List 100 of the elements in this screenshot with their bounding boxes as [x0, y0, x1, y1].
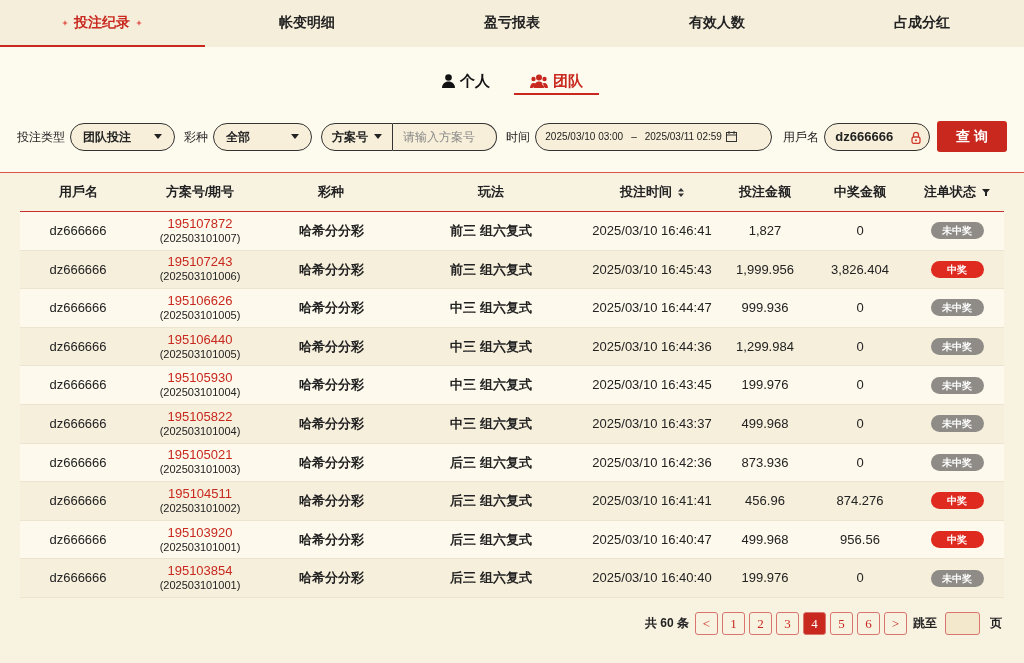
table-cell-text: 3,826.404 — [831, 260, 889, 279]
table-cell-text: 中三 组六复式 — [450, 376, 532, 395]
plan-number-link[interactable]: 195103920 — [167, 525, 233, 540]
table-cell-text: 199.976 — [741, 376, 789, 395]
status-badge: 未中奖 — [930, 376, 984, 394]
column-header: 方案号/期号 — [165, 183, 235, 202]
page-number-field[interactable] — [945, 611, 980, 635]
page-button[interactable]: 3 — [776, 611, 799, 635]
table-cell-text: 199.976 — [741, 569, 789, 588]
caret-icon — [153, 134, 162, 139]
nav-tab[interactable]: 盈亏报表 — [409, 0, 615, 47]
page-button[interactable]: 5 — [830, 611, 853, 635]
table-cell-text: 2025/03/10 16:43:37 — [592, 415, 712, 433]
column-header: 中奖金额 — [834, 183, 886, 202]
table-cell-text: dz666666 — [49, 492, 107, 511]
table-cell-text: 中三 组六复式 — [450, 299, 532, 318]
next-page-button[interactable]: > — [884, 611, 907, 635]
table-cell-text: dz666666 — [49, 222, 107, 241]
issue-number: (202503101004) — [159, 385, 241, 400]
column-header: 投注时间 — [620, 183, 672, 202]
table-cell-text: 后三 组六复式 — [450, 569, 532, 588]
table-cell-text: 2025/03/10 16:41:41 — [592, 492, 712, 511]
page-button[interactable]: 4 — [803, 611, 826, 635]
date-range-field[interactable]: 2025/03/10 03:00 – 2025/03/11 02:59 — [535, 122, 773, 151]
table-cell-text: 0 — [856, 222, 864, 241]
table-cell-text: 哈希分分彩 — [298, 376, 364, 395]
column-header: 注单状态 — [924, 183, 976, 202]
query-button[interactable]: 查 询 — [937, 121, 1007, 152]
previous-page-button[interactable]: < — [695, 611, 718, 635]
table-cell-text: 2025/03/10 16:42:36 — [592, 453, 712, 472]
issue-number: (202503101003) — [159, 462, 241, 477]
table-cell-text: 499.968 — [741, 415, 789, 433]
table-cell-text: 1,299.984 — [736, 337, 794, 356]
table-cell-text: 前三 组六复式 — [450, 260, 532, 279]
status-badge: 未中奖 — [930, 222, 984, 240]
person-icon — [441, 74, 455, 88]
table-cell-text: 1,827 — [748, 222, 782, 241]
table-cell-text: 2025/03/10 16:46:41 — [592, 222, 712, 241]
table-cell-text: dz666666 — [49, 299, 107, 318]
lottery-dropdown[interactable]: 全部 — [212, 122, 313, 151]
table-cell-text: 999.936 — [741, 299, 789, 318]
plan-number-link[interactable]: 195106626 — [167, 294, 233, 308]
table-cell-text: 873.936 — [741, 453, 789, 472]
page-suffix: 页 — [990, 615, 1002, 633]
table-cell-text: 0 — [856, 453, 864, 472]
table-cell-text: 后三 组六复式 — [450, 492, 532, 511]
plan-number-link[interactable]: 195105822 — [167, 409, 233, 424]
lock-icon — [911, 130, 922, 144]
issue-number: (202503101002) — [159, 500, 241, 515]
plan-number-link[interactable]: 195106440 — [167, 332, 233, 347]
issue-number: (202503101005) — [159, 308, 241, 322]
page-button[interactable]: 2 — [749, 611, 772, 635]
nav-tab[interactable]: 有效人数 — [614, 0, 820, 47]
table-cell-text: 2025/03/10 16:40:40 — [592, 569, 712, 588]
table-cell-text: 哈希分分彩 — [298, 415, 364, 433]
field-label: 彩种 — [183, 128, 208, 146]
table-cell-text: 哈希分分彩 — [298, 453, 364, 472]
scope-tab[interactable]: 团队 — [513, 69, 599, 95]
plan-number-link[interactable]: 195103854 — [167, 564, 233, 579]
sort-icon[interactable] — [678, 187, 684, 197]
status-badge: 未中奖 — [930, 415, 984, 433]
issue-number: (202503101001) — [159, 539, 241, 554]
plan-number-link[interactable]: 195107243 — [167, 255, 233, 270]
table-cell-text: 中三 组六复式 — [450, 337, 532, 356]
username-field[interactable]: dz666666 — [824, 122, 931, 151]
table-cell-text: dz666666 — [49, 453, 107, 472]
table-cell-text: 956.56 — [840, 530, 880, 549]
bet-type-dropdown[interactable]: 团队投注 — [70, 122, 175, 151]
table-cell-text: 哈希分分彩 — [298, 569, 364, 588]
caret-icon — [291, 134, 300, 139]
calendar-icon — [725, 131, 737, 142]
page-button[interactable]: 1 — [722, 611, 745, 635]
table-cell-text: 2025/03/10 16:45:43 — [592, 260, 712, 279]
total-count: 共 60 条 — [645, 615, 689, 633]
scope-tab[interactable]: 个人 — [425, 69, 506, 95]
table-cell-text: 874.276 — [836, 492, 884, 511]
filter-icon[interactable] — [982, 188, 990, 196]
group-icon — [529, 74, 548, 88]
issue-number: (202503101005) — [159, 346, 241, 361]
status-badge: 中奖 — [930, 531, 984, 549]
status-badge: 未中奖 — [930, 453, 984, 471]
plan-number-link[interactable]: 195107872 — [167, 216, 233, 231]
nav-tab[interactable]: 占成分红 — [819, 0, 1024, 47]
status-badge: 中奖 — [930, 260, 984, 278]
plan-type-dropdown[interactable]: 方案号 — [321, 122, 394, 151]
caret-icon — [374, 134, 383, 139]
nav-tab[interactable]: 帐变明细 — [204, 0, 410, 47]
issue-number: (202503101006) — [159, 269, 241, 284]
plan-number-field[interactable]: 请输入方案号 — [393, 122, 498, 151]
page-button[interactable]: 6 — [857, 611, 880, 635]
table-cell-text: 哈希分分彩 — [298, 260, 364, 279]
table-cell-text: 哈希分分彩 — [298, 222, 364, 241]
plan-number-link[interactable]: 195104511 — [167, 486, 233, 501]
table-cell-text: 456.96 — [745, 492, 785, 511]
column-header: 彩种 — [318, 183, 344, 202]
plan-number-link[interactable]: 195105930 — [167, 371, 233, 386]
field-label: 用戶名 — [783, 128, 820, 146]
table-cell-text: 前三 组六复式 — [450, 222, 532, 241]
plan-number-link[interactable]: 195105021 — [167, 448, 233, 463]
field-label: 投注类型 — [17, 128, 65, 146]
